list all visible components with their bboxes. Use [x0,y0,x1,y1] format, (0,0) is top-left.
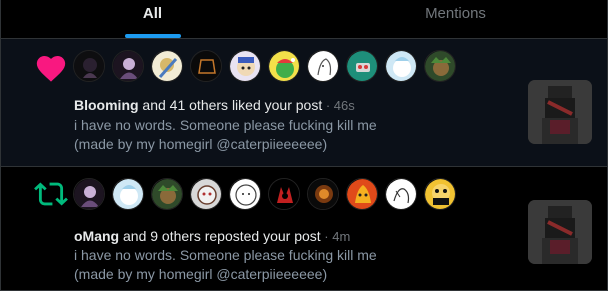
avatar[interactable] [151,50,183,82]
avatar[interactable] [268,50,300,82]
post-text-line: (made by my homegirl @caterpiieeeeee) [74,266,328,282]
post-text-line: i have no words. Someone please fucking … [74,117,377,133]
heart-icon [36,55,66,82]
repost-icon [34,182,68,206]
avatar[interactable] [73,50,105,82]
notifications-page: All Mentions Blooming and 41 others like… [0,0,608,291]
post-thumbnail[interactable] [528,80,592,144]
avatar[interactable] [229,178,261,210]
tab-all[interactable]: All [1,0,304,38]
liker-avatars [73,50,456,82]
username-link[interactable]: oMang [74,228,119,244]
avatar[interactable] [112,50,144,82]
tab-all-label: All [142,5,163,22]
notification-summary: oMang and 9 others reposted your post · … [74,227,350,246]
post-thumbnail-image [528,80,592,144]
avatar[interactable] [73,178,105,210]
post-text: i have no words. Someone please fucking … [74,246,434,284]
post-text-line: (made by my homegirl @caterpiieeeeee) [74,136,328,152]
post-thumbnail[interactable] [528,200,592,264]
tab-mentions[interactable]: Mentions [304,0,607,38]
active-tab-indicator [124,34,181,38]
timestamp: · 4m [320,229,351,244]
avatar[interactable] [190,178,222,210]
notification-tabs: All Mentions [1,0,607,39]
like-notification[interactable]: Blooming and 41 others liked your post ·… [1,39,607,167]
reposter-avatars [73,178,456,210]
timestamp: · 46s [322,98,355,113]
avatar[interactable] [424,178,456,210]
avatar[interactable] [190,50,222,82]
avatar[interactable] [112,178,144,210]
notification-summary: Blooming and 41 others liked your post ·… [74,96,355,115]
tab-mentions-label: Mentions [425,5,486,22]
post-text-line: i have no words. Someone please fucking … [74,247,377,263]
avatar[interactable] [385,178,417,210]
avatar[interactable] [385,50,417,82]
post-text: i have no words. Someone please fucking … [74,116,434,154]
avatar[interactable] [151,178,183,210]
avatar[interactable] [424,50,456,82]
repost-notification[interactable]: oMang and 9 others reposted your post · … [1,167,607,291]
avatar[interactable] [268,178,300,210]
avatar[interactable] [346,178,378,210]
avatar[interactable] [307,178,339,210]
avatar[interactable] [229,50,261,82]
action-text: and 9 others reposted your post [119,228,321,244]
avatar[interactable] [346,50,378,82]
avatar[interactable] [307,50,339,82]
username-link[interactable]: Blooming [74,97,139,113]
action-text: and 41 others liked your post [138,97,323,113]
post-thumbnail-image [528,200,592,264]
